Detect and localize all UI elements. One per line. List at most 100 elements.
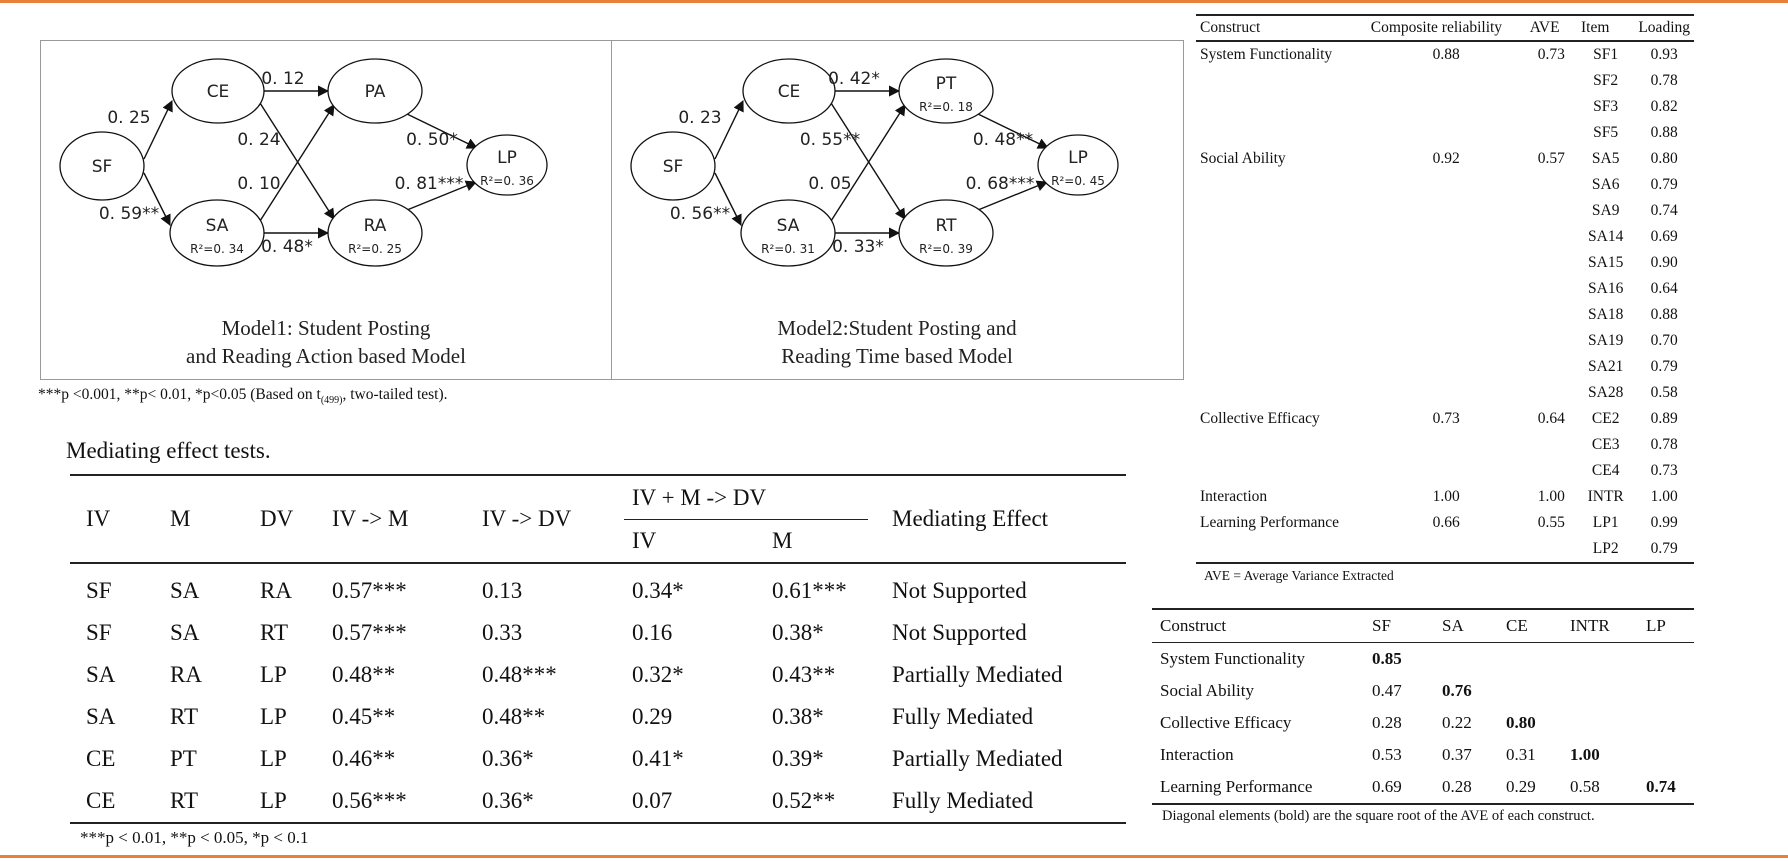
reliability-cell-cr [1367,172,1526,198]
table-row: SA9 0.74 [1196,198,1694,224]
mediation-header-combined-iv: IV [632,528,657,553]
model2-node-label-pt: PT [936,74,957,94]
discriminant-cell-value [1638,707,1694,739]
mediation-cell-m: RT [170,788,199,813]
model2-edge-sa-pt [830,104,906,222]
mediation-cell-m: RA [170,662,202,687]
table-row: CE PT LP 0.46** 0.36* 0.41* 0.39* Partially Med… [70,738,1126,780]
reliability-cell-ave [1526,68,1577,94]
reliability-cell-construct [1196,224,1367,250]
reliability-cell-construct: Interaction [1200,488,1268,505]
reliability-cell-loading: 0.58 [1650,384,1678,401]
mediation-cell-iv-m: 0.45** [332,704,396,729]
reliability-cell-construct [1196,354,1367,380]
reliability-cell-item: CE4 [1591,462,1620,479]
mediation-cell-c-iv: 0.29 [632,704,673,729]
model1-path-label-sa-pa: 0. 10 [237,174,280,194]
mediation-cell-iv: SF [86,578,112,603]
mediation-table-body: SF SA RA 0.57*** 0.13 0.34* 0.61*** Not Support… [70,563,1126,823]
mediation-cell-c-iv: 0.07 [632,788,673,813]
reliability-cell-item: SF5 [1593,124,1619,141]
discriminant-cell-value [1638,739,1694,771]
reliability-cell-cr [1367,94,1526,120]
reliability-cell-loading: 0.82 [1650,98,1678,115]
reliability-cell-cr [1367,68,1526,94]
reliability-cell-loading: 1.00 [1650,488,1678,505]
discriminant-header-sf: SF [1372,616,1391,635]
mediation-cell-c-iv: 0.16 [632,620,673,645]
discriminant-cell-value [1562,643,1638,676]
reliability-cell-ave [1526,302,1577,328]
reliability-cell-loading: 0.88 [1650,124,1678,141]
discriminant-cell-value [1562,707,1638,739]
model2-node-r2-lp: R²=0. 45 [1051,174,1105,188]
mediation-cell-iv-dv: 0.36* [482,746,534,771]
mediation-cell-c-m: 0.61*** [772,578,847,603]
reliability-cell-construct [1196,120,1367,146]
discriminant-note: Diagonal elements (bold) are the square … [1162,808,1595,824]
model1-path-label-ce-ra: 0. 24 [237,130,280,150]
model2-path-label-ce-pt: 0. 42* [828,69,880,89]
reliability-cell-item: SA5 [1591,150,1620,167]
significance-note: ***p <0.001, **p< 0.01, *p<0.05 (Based o… [38,386,448,406]
table-row: Interaction 0.53 0.37 0.31 1.00 [1152,739,1694,771]
model1-path-label-sa-ra: 0. 48* [261,237,313,257]
model1-node-label-ce: CE [207,82,230,102]
reliability-cell-cr [1367,380,1526,406]
model2-caption: Model2:Student Posting and Reading Time … [612,314,1182,370]
model2-node-r2-pt: R²=0. 18 [919,100,973,114]
model2-nodes: SF CE SA R²=0. 31 PT R²=0. 18 RT R²=0. 39 LP R²=0… [630,58,1119,267]
mediation-note: ***p < 0.01, **p < 0.05, *p < 0.1 [80,828,309,847]
reliability-cell-item: INTR [1587,488,1624,505]
mediation-cell-m: PT [170,746,197,771]
table-row: System Functionality 0.88 0.73 SF1 0.93 [1196,41,1694,68]
reliability-cell-loading: 0.73 [1650,462,1678,479]
model2-path-label-sa-rt: 0. 33* [832,237,884,257]
mediation-header-iv-dv: IV -> DV [482,506,572,531]
reliability-cell-item: CE2 [1591,410,1620,427]
reliability-cell-ave [1526,94,1577,120]
table-row: Social Ability 0.92 0.57 SA5 0.80 [1196,146,1694,172]
discriminant-cell-value: 0.85 [1372,649,1402,668]
reliability-cell-cr: 0.66 [1432,514,1460,531]
reliability-cell-item: SA19 [1588,332,1624,349]
mediation-cell-iv-dv: 0.36* [482,788,534,813]
reliability-cell-item: SA14 [1588,228,1624,245]
discriminant-header-ce: CE [1506,616,1528,635]
reliability-cell-construct: System Functionality [1200,46,1333,63]
mediation-cell-dv: RT [260,620,289,645]
table-row: SA19 0.70 [1196,328,1694,354]
reliability-cell-cr [1367,120,1526,146]
reliability-cell-ave [1526,250,1577,276]
mediation-cell-dv: LP [260,788,287,813]
reliability-header-cr: Composite reliability [1370,19,1503,36]
mediation-cell-iv-m: 0.48** [332,662,396,687]
reliability-cell-ave [1526,536,1577,563]
table-row: System Functionality 0.85 [1152,643,1694,676]
reliability-cell-item: SA18 [1588,306,1624,323]
mediation-header-iv: IV [86,506,111,531]
model2-path-label-pt-lp: 0. 48** [973,130,1033,150]
reliability-cell-loading: 0.69 [1650,228,1678,245]
table-row: SF2 0.78 [1196,68,1694,94]
mediation-header-m: M [170,506,191,531]
discriminant-cell-value: 0.58 [1570,777,1600,796]
table-row: SA14 0.69 [1196,224,1694,250]
discriminant-cell-value: 0.29 [1506,777,1536,796]
model1-diagram: SF CE SA R²=0. 34 PA RA R²=0. 25 LP R²=0. 36 0. … [59,58,548,267]
reliability-cell-ave: 0.57 [1537,150,1565,167]
table-row: SA6 0.79 [1196,172,1694,198]
discriminant-cell-value: 0.76 [1442,681,1472,700]
model2-node-label-lp: LP [1068,148,1088,168]
discriminant-header-sa: SA [1442,616,1464,635]
model2-path-label-sf-sa: 0. 56** [670,204,730,224]
discriminant-cell-value: 0.80 [1506,713,1536,732]
significance-note-subscript: (499) [320,395,343,407]
reliability-cell-loading: 0.88 [1650,306,1678,323]
reliability-cell-construct: Collective Efficacy [1200,410,1320,427]
reliability-table: Construct Composite reliability AVE Item… [1196,14,1694,564]
mediation-cell-effect: Partially Mediated [892,746,1063,771]
discriminant-header-construct: Construct [1160,616,1227,635]
model2-caption-line2: Reading Time based Model [781,344,1013,368]
discriminant-header-row: Construct SF SA CE INTR LP [1152,609,1694,643]
